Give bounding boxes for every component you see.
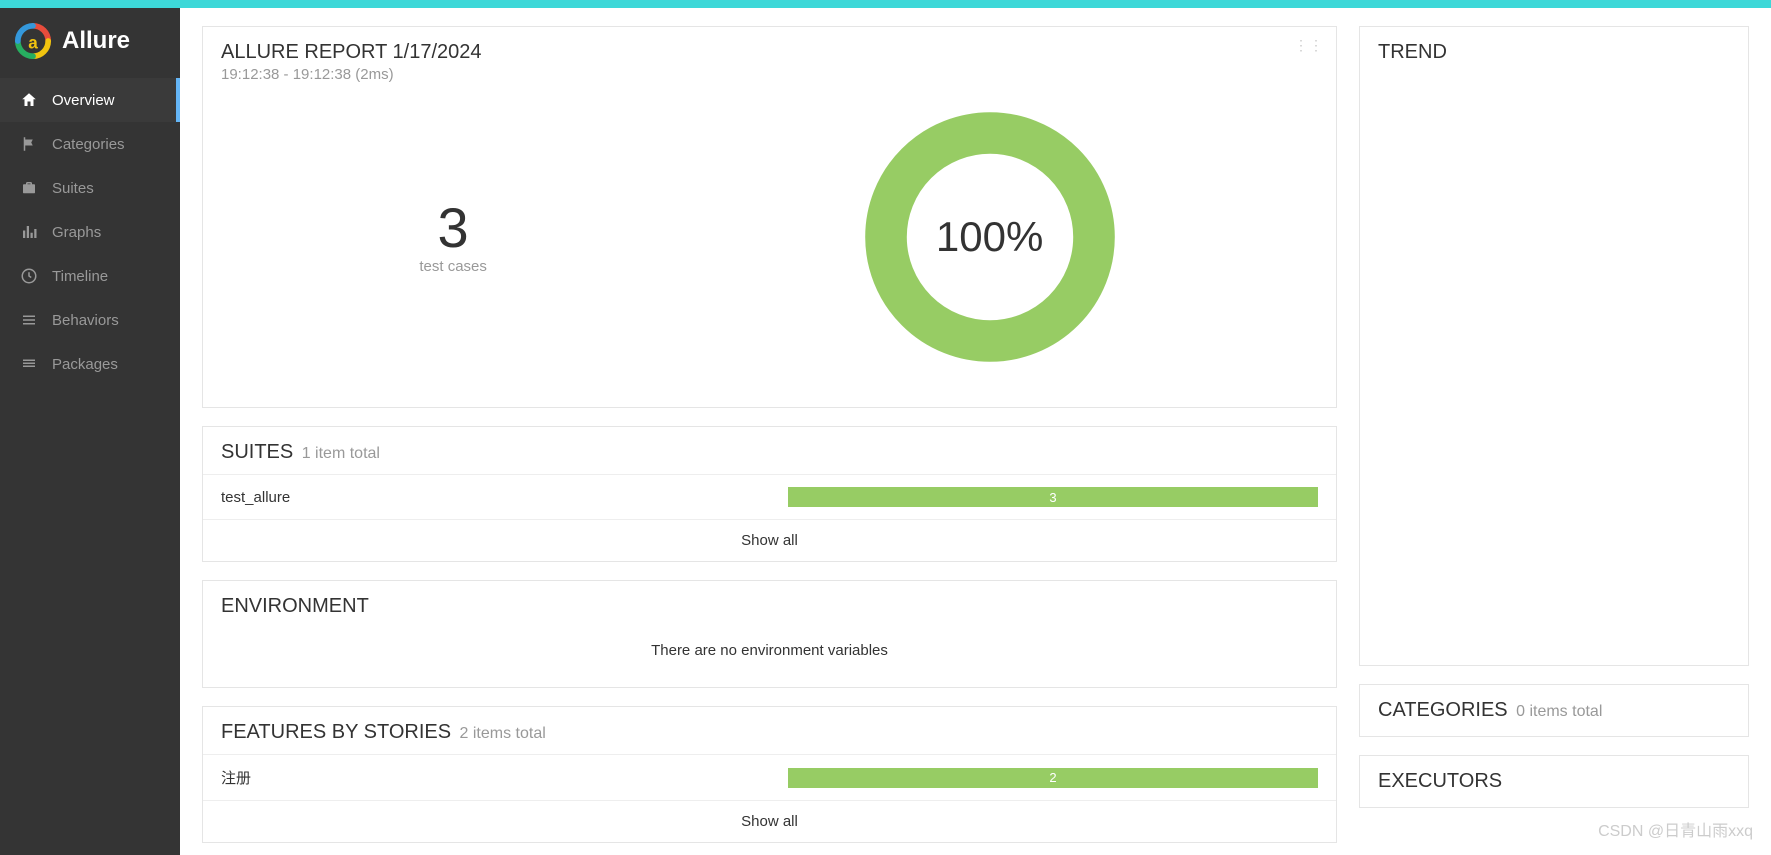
suite-bar: 3: [788, 487, 1318, 507]
feature-row[interactable]: 注册 2: [203, 754, 1336, 800]
nav-label: Categories: [52, 136, 125, 153]
suites-show-all[interactable]: Show all: [203, 519, 1336, 561]
summary-widget: ⋮⋮ ALLURE REPORT 1/17/2024 19:12:38 - 19…: [202, 26, 1337, 408]
suite-bar-count: 3: [1049, 490, 1056, 505]
categories-title: CATEGORIES: [1378, 699, 1508, 721]
nav-label: Suites: [52, 180, 94, 197]
report-time-range: 19:12:38 - 19:12:38 (2ms): [221, 66, 1318, 83]
brand-name: Allure: [62, 27, 130, 55]
nav-categories[interactable]: Categories: [0, 122, 180, 166]
svg-text:a: a: [28, 34, 38, 53]
drag-handle-icon[interactable]: ⋮⋮: [1294, 37, 1324, 54]
features-subtitle: 2 items total: [460, 725, 546, 742]
nav-timeline[interactable]: Timeline: [0, 254, 180, 298]
browser-bookmark-bar: [0, 0, 1771, 8]
features-widget: FEATURES BY STORIES 2 items total 注册 2 S…: [202, 706, 1337, 843]
test-count-block: 3 test cases: [419, 200, 487, 275]
briefcase-icon: [20, 179, 38, 197]
executors-title: EXECUTORS: [1378, 770, 1502, 792]
bar-chart-icon: [20, 223, 38, 241]
suites-title: SUITES: [221, 441, 293, 463]
nav-label: Behaviors: [52, 312, 119, 329]
suite-name: test_allure: [221, 489, 290, 506]
suites-subtitle: 1 item total: [302, 445, 380, 462]
nav-overview[interactable]: Overview: [0, 78, 180, 122]
report-title: ALLURE REPORT 1/17/2024: [221, 41, 1318, 64]
nav: Overview Categories Suites Graphs: [0, 78, 180, 386]
app-container: a Allure Overview Categories: [0, 8, 1771, 855]
environment-title: ENVIRONMENT: [221, 595, 369, 617]
nav-packages[interactable]: Packages: [0, 342, 180, 386]
layers-icon: [20, 355, 38, 373]
right-column: TREND CATEGORIES 0 items total EXECUTORS: [1359, 26, 1749, 837]
trend-title: TREND: [1378, 41, 1447, 63]
sidebar: a Allure Overview Categories: [0, 8, 180, 855]
main-content: ⋮⋮ ALLURE REPORT 1/17/2024 19:12:38 - 19…: [180, 8, 1771, 855]
features-title: FEATURES BY STORIES: [221, 721, 451, 743]
environment-widget: ENVIRONMENT There are no environment var…: [202, 580, 1337, 688]
flag-icon: [20, 135, 38, 153]
feature-bar: 2: [788, 768, 1318, 788]
environment-empty-text: There are no environment variables: [203, 618, 1336, 687]
nav-label: Timeline: [52, 268, 108, 285]
executors-widget: EXECUTORS: [1359, 755, 1749, 808]
status-donut-chart[interactable]: 100%: [860, 107, 1120, 367]
categories-widget: CATEGORIES 0 items total: [1359, 684, 1749, 737]
suites-widget: SUITES 1 item total test_allure 3 Show a…: [202, 426, 1337, 562]
categories-subtitle: 0 items total: [1516, 703, 1602, 720]
nav-graphs[interactable]: Graphs: [0, 210, 180, 254]
clock-icon: [20, 267, 38, 285]
test-count-label: test cases: [419, 258, 487, 275]
donut-center-label: 100%: [860, 107, 1120, 367]
allure-logo-icon: a: [14, 22, 52, 60]
brand-row[interactable]: a Allure: [0, 8, 180, 78]
test-count-number: 3: [419, 200, 487, 256]
features-show-all[interactable]: Show all: [203, 800, 1336, 842]
feature-bar-count: 2: [1049, 770, 1056, 785]
nav-label: Packages: [52, 356, 118, 373]
suite-row[interactable]: test_allure 3: [203, 474, 1336, 519]
home-icon: [20, 91, 38, 109]
trend-widget: TREND: [1359, 26, 1749, 666]
nav-behaviors[interactable]: Behaviors: [0, 298, 180, 342]
nav-suites[interactable]: Suites: [0, 166, 180, 210]
list-icon: [20, 311, 38, 329]
feature-name: 注册: [221, 767, 251, 788]
nav-label: Overview: [52, 92, 115, 109]
nav-label: Graphs: [52, 224, 101, 241]
left-column: ⋮⋮ ALLURE REPORT 1/17/2024 19:12:38 - 19…: [202, 26, 1337, 837]
